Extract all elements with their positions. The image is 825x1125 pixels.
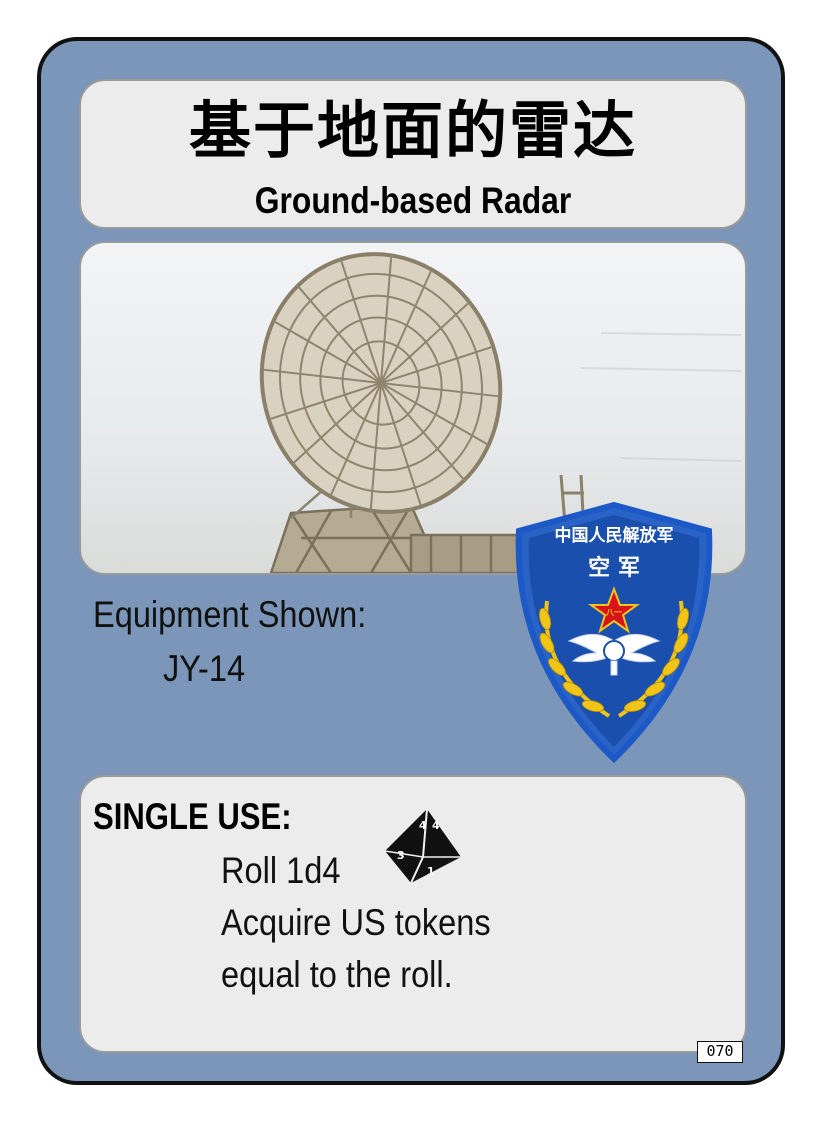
rules-panel: SINGLE USE: 4 4 1 3 Roll 1d4 Acquire US … (79, 775, 747, 1053)
game-card: 基于地面的雷达 Ground-based Radar Equipment Sho… (37, 37, 785, 1085)
rule-line-equal: equal to the roll. (221, 954, 453, 995)
card-title-chinese: 基于地面的雷达 (188, 94, 637, 167)
rule-line-roll: Roll 1d4 (221, 850, 341, 891)
d4-face-top-left: 4 (419, 819, 427, 832)
d4-face-top-right: 4 (432, 819, 440, 832)
d4-die-icon: 4 4 1 3 (384, 808, 461, 884)
equipment-label: Equipment Shown: (93, 594, 367, 635)
title-panel: 基于地面的雷达 Ground-based Radar (79, 79, 747, 229)
rule-line-acquire: Acquire US tokens (221, 902, 491, 943)
card-number-badge: 070 (697, 1041, 743, 1063)
star-center-text: 八一 (605, 608, 622, 617)
equipment-value: JY-14 (163, 648, 246, 689)
d4-face-left: 3 (397, 849, 405, 862)
patch-arc-text: 中国人民解放军 (555, 525, 674, 546)
rules-heading: SINGLE USE: (93, 796, 292, 837)
card-title-english: Ground-based Radar (254, 180, 572, 221)
plaaf-patch-icon: 中国人民解放军 空 军 八一 (515, 501, 713, 763)
d4-face-bottom: 1 (427, 865, 435, 878)
patch-branch-text: 空 军 (588, 555, 640, 581)
